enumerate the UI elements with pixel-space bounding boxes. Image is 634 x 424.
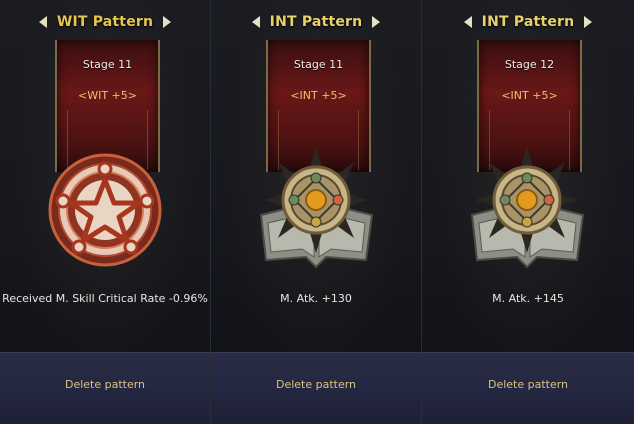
pattern-stat: M. Atk. +130 [280,292,352,305]
pattern-header: INT Pattern [211,8,421,36]
stage-label: Stage 12 [504,58,555,71]
int-sun-book-icon [259,147,374,269]
chevron-left-icon[interactable] [38,16,47,28]
pattern-panel-int-1: INT Pattern Stage 11 <INT +5> M. Atk. +1… [211,0,422,424]
wit-pentagram-seal-icon [48,153,162,267]
stat-bonus-label: <WIT +5> [78,89,137,102]
pattern-title: WIT Pattern [56,14,154,30]
delete-pattern-button[interactable]: Delete pattern [0,378,210,391]
chevron-left-icon[interactable] [463,16,472,28]
pattern-panel-wit: WIT Pattern Stage 11 <WIT +5> Received M… [0,0,211,424]
pattern-title: INT Pattern [481,14,575,30]
pattern-title: INT Pattern [269,14,363,30]
pattern-window: WIT Pattern Stage 11 <WIT +5> Received M… [0,0,634,424]
pattern-panel-int-2: INT Pattern Stage 12 <INT +5> M. Atk. +1… [422,0,634,424]
int-sun-book-icon [470,147,585,269]
chevron-right-icon[interactable] [584,16,593,28]
pattern-stat: Received M. Skill Critical Rate -0.96% [2,292,208,305]
delete-pattern-button[interactable]: Delete pattern [422,378,634,391]
pattern-header: WIT Pattern [0,8,210,36]
chevron-right-icon[interactable] [372,16,381,28]
stat-bonus-label: <INT +5> [290,89,347,102]
chevron-left-icon[interactable] [251,16,260,28]
delete-pattern-button[interactable]: Delete pattern [211,378,421,391]
pattern-header: INT Pattern [422,8,634,36]
chevron-right-icon[interactable] [163,16,172,28]
stage-label: Stage 11 [293,58,344,71]
pattern-stat: M. Atk. +145 [492,292,564,305]
stat-bonus-label: <INT +5> [501,89,558,102]
stage-label: Stage 11 [82,58,133,71]
